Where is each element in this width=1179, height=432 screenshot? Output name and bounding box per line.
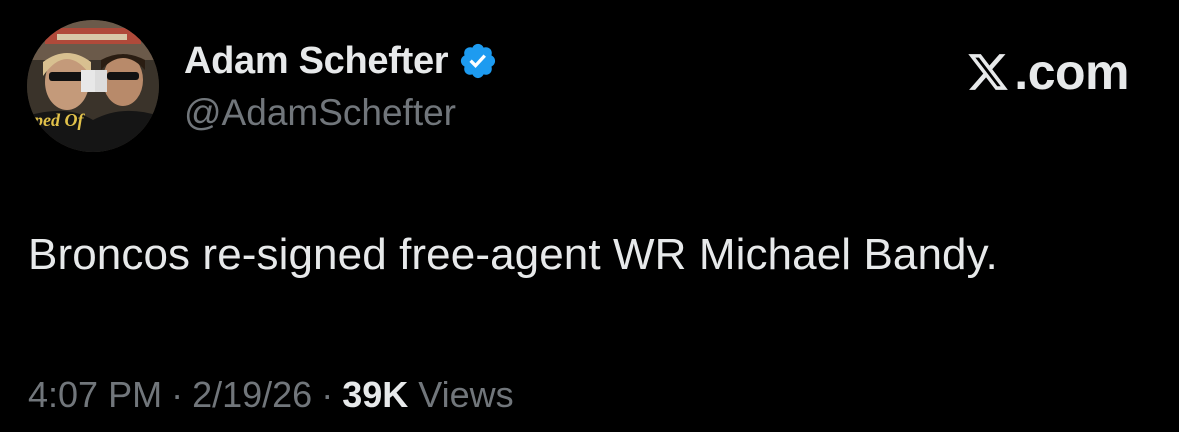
tweet-date[interactable]: 2/19/26 (192, 374, 312, 416)
tweet-time[interactable]: 4:07 PM (28, 374, 162, 416)
brand-watermark: .com (966, 44, 1129, 100)
author-handle[interactable]: @AdamSchefter (184, 92, 456, 134)
author-name-row[interactable]: Adam Schefter (184, 38, 498, 84)
avatar-image: pped Of (27, 20, 159, 152)
tweet-text: Broncos re-signed free-agent WR Michael … (28, 230, 998, 279)
avatar[interactable]: pped Of (27, 20, 159, 152)
verified-badge-icon (458, 41, 498, 81)
x-logo-icon (966, 50, 1010, 94)
meta-separator: · (321, 374, 334, 415)
avatar-caption: pped Of (27, 110, 85, 130)
brand-text: .com (1014, 44, 1129, 100)
tweet-meta: 4:07 PM · 2/19/26 · 39K Views (28, 374, 514, 416)
views-count[interactable]: 39K (342, 374, 408, 416)
author-display-name[interactable]: Adam Schefter (184, 40, 449, 83)
meta-separator: · (171, 374, 184, 415)
views-label[interactable]: Views (418, 374, 513, 416)
